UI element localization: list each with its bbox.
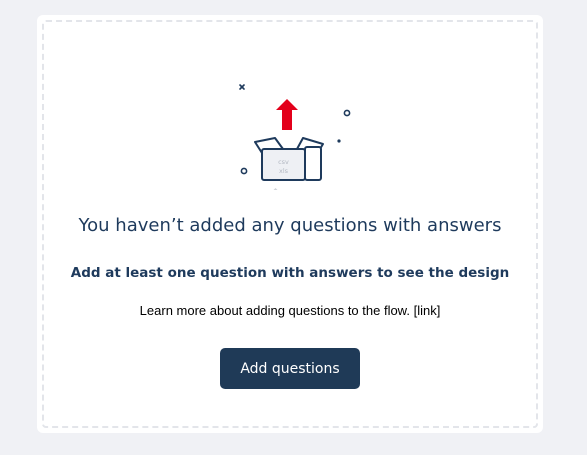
circle-sparkle-icon [240,167,248,175]
empty-state-subtitle: Add at least one question with answers t… [70,265,510,281]
svg-text:xls: xls [279,167,289,175]
add-questions-button[interactable]: Add questions [220,348,360,389]
diamond-sparkle-icon [271,188,280,190]
circle-sparkle-icon [343,109,351,117]
empty-state-card: csv xls You haven’t added any questions … [37,15,543,433]
red-arrow-icon [276,99,298,130]
x-sparkle-icon [239,84,245,90]
dot-sparkle-icon [337,139,341,143]
svg-text:csv: csv [278,158,289,166]
empty-state-title: You haven’t added any questions with ans… [78,215,502,236]
learn-more-text[interactable]: Learn more about adding questions to the… [37,303,543,318]
upload-box-icon: csv xls [239,84,351,190]
